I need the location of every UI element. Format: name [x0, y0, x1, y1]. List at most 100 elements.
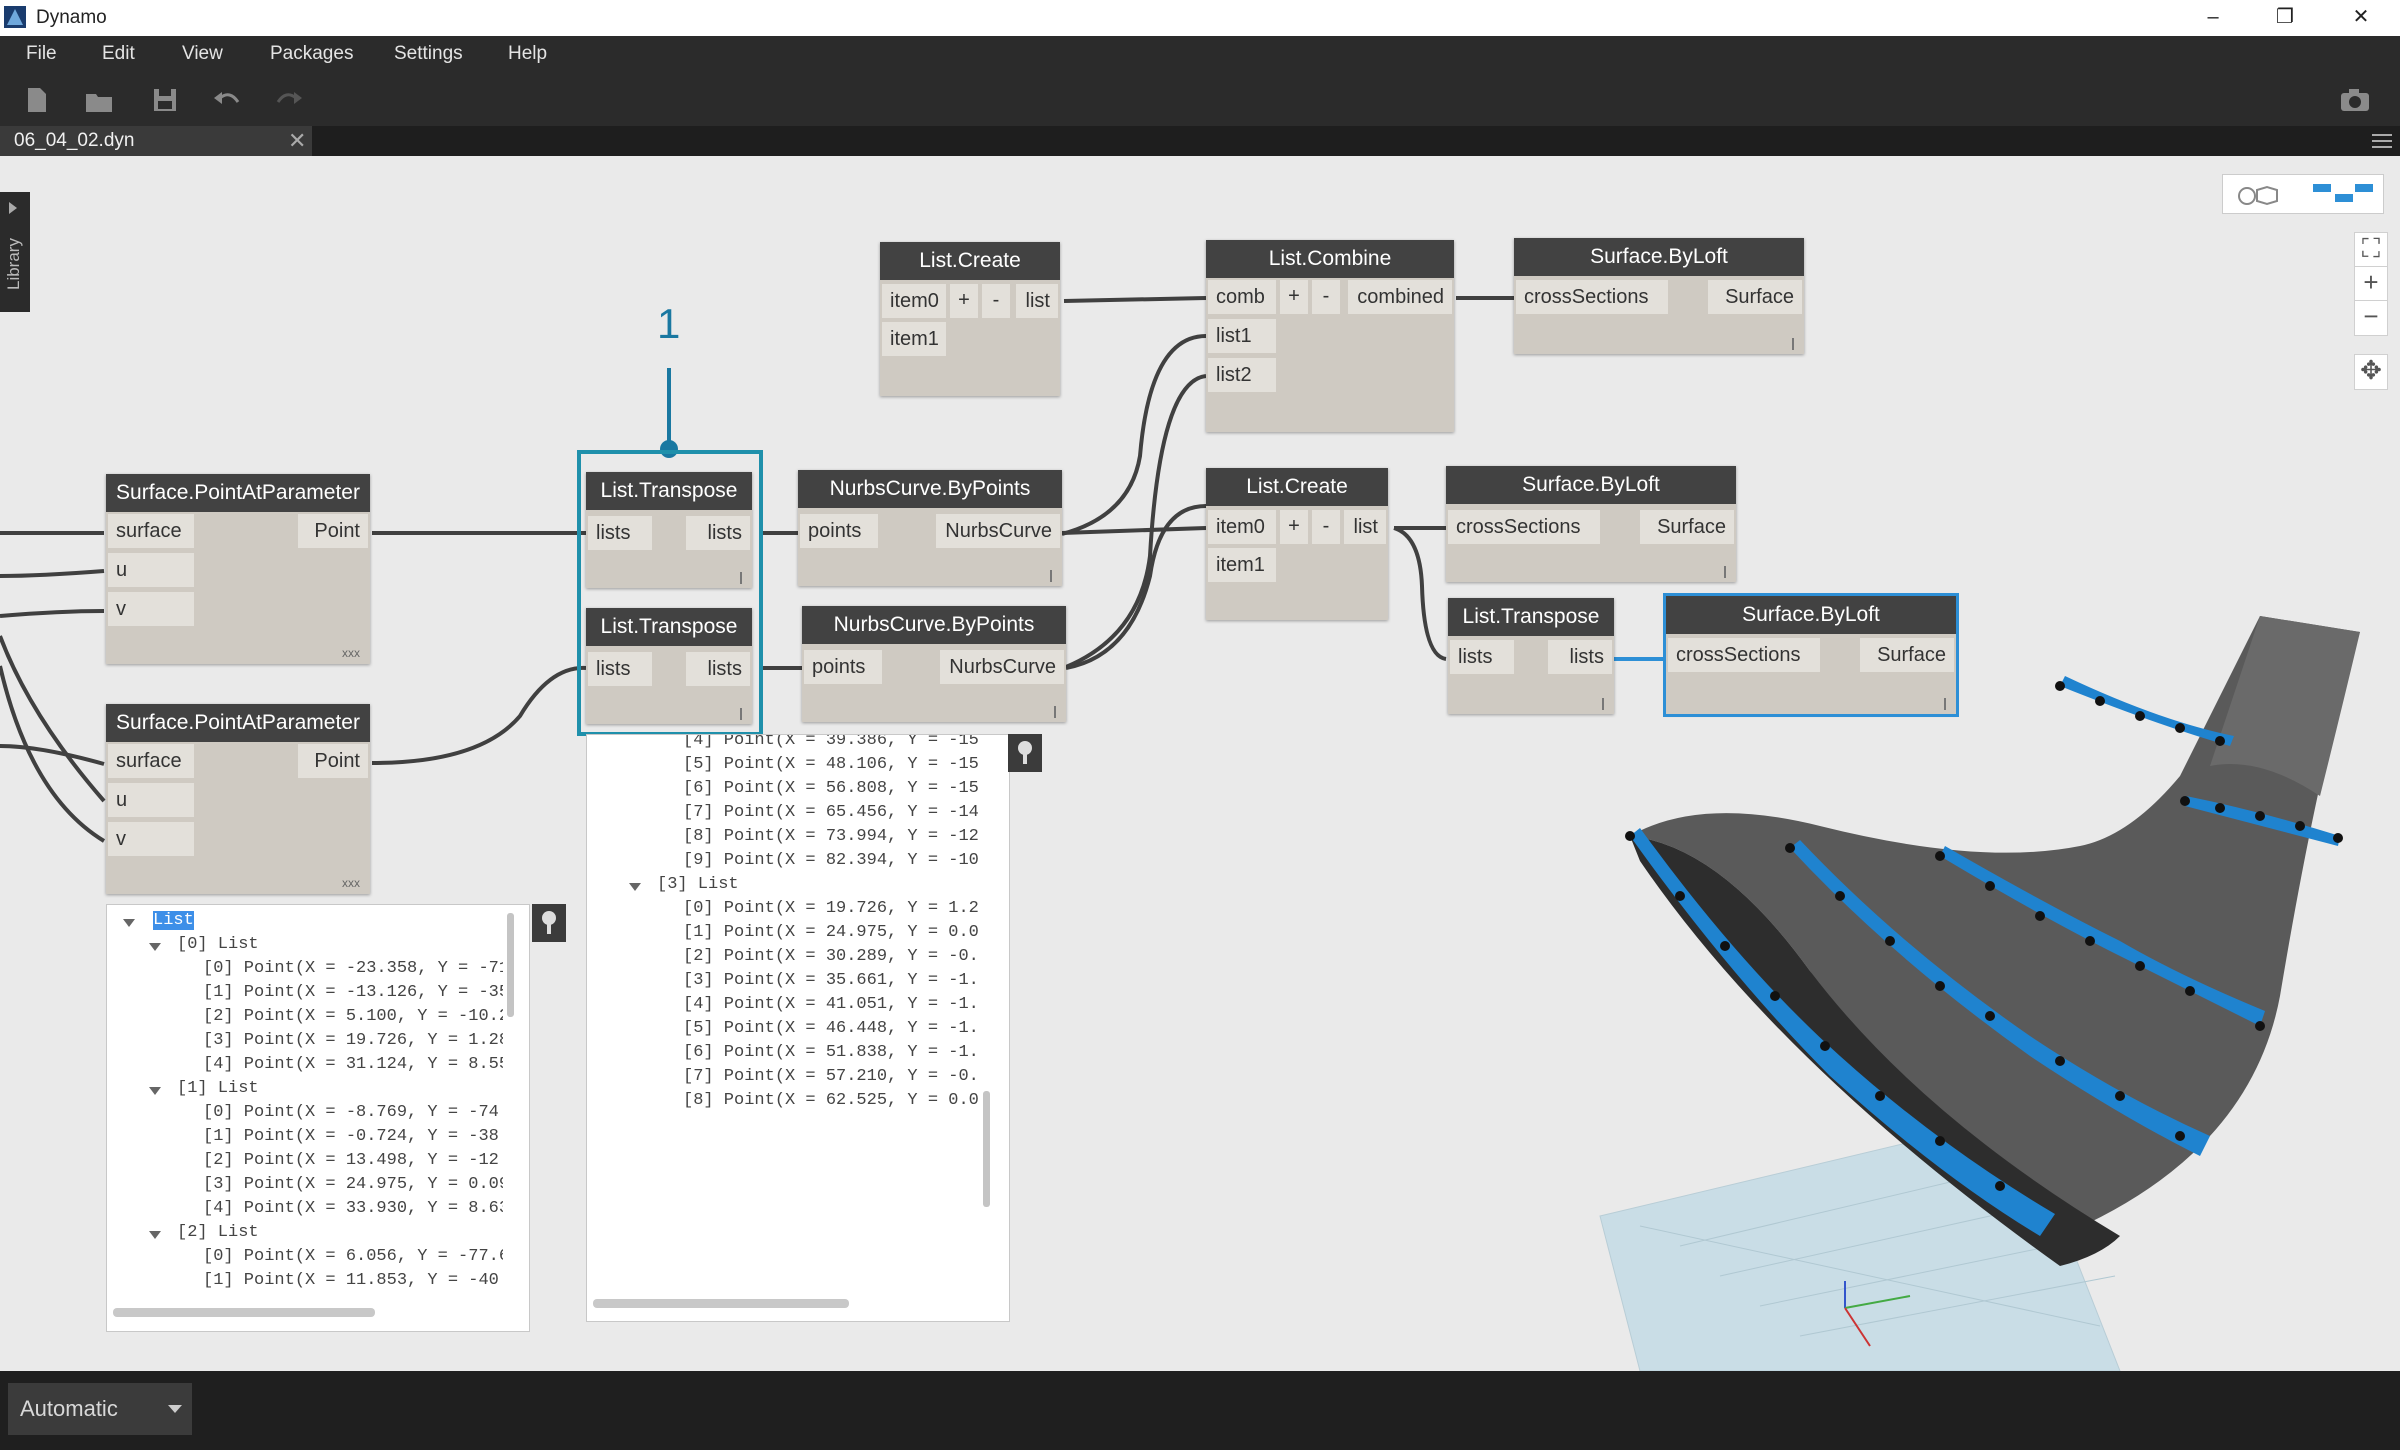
input-port-crosssections[interactable]: crossSections: [1668, 638, 1820, 672]
add-input-button[interactable]: +: [1280, 510, 1308, 544]
lacing-indicator[interactable]: xxx: [342, 646, 360, 660]
add-input-button[interactable]: +: [1280, 280, 1308, 314]
horizontal-scrollbar[interactable]: [593, 1299, 849, 1308]
restore-icon[interactable]: ❐: [2250, 0, 2320, 36]
vertical-scrollbar[interactable]: [507, 913, 514, 1017]
node-list-create-1[interactable]: List.Create item0 item1 + - list: [880, 242, 1060, 396]
output-port-point[interactable]: Point: [298, 744, 368, 778]
lacing-indicator[interactable]: [1050, 570, 1052, 582]
vertical-scrollbar[interactable]: [983, 1091, 990, 1207]
node-surface-byloft-2[interactable]: Surface.ByLoft crossSections Surface: [1446, 466, 1736, 582]
lacing-indicator[interactable]: [1724, 566, 1726, 578]
horizontal-scrollbar[interactable]: [113, 1308, 375, 1317]
input-port-item1[interactable]: item1: [882, 322, 946, 356]
save-icon[interactable]: [148, 84, 182, 116]
remove-input-button[interactable]: -: [1312, 510, 1340, 544]
input-port-item0[interactable]: item0: [882, 284, 946, 318]
zoom-out-icon[interactable]: −: [2354, 300, 2388, 336]
camera-icon[interactable]: [2338, 84, 2372, 116]
node-list-transpose-2[interactable]: List.Transpose lists lists: [586, 608, 752, 724]
pin-preview-icon[interactable]: [1008, 734, 1042, 772]
input-port-lists[interactable]: lists: [588, 652, 652, 686]
input-port-v[interactable]: v: [108, 822, 194, 856]
input-port-points[interactable]: points: [804, 650, 882, 684]
lacing-indicator[interactable]: [740, 572, 742, 584]
output-port-list[interactable]: list: [1016, 284, 1058, 318]
zoom-in-icon[interactable]: +: [2354, 266, 2388, 302]
node-surface-byloft-1[interactable]: Surface.ByLoft crossSections Surface: [1514, 238, 1804, 354]
undo-icon[interactable]: [210, 84, 244, 116]
node-list-create-2[interactable]: List.Create item0 item1 + - list: [1206, 468, 1388, 620]
input-port-item0[interactable]: item0: [1208, 510, 1276, 544]
lacing-indicator[interactable]: [1602, 698, 1604, 710]
remove-input-button[interactable]: -: [1312, 280, 1340, 314]
input-port-crosssections[interactable]: crossSections: [1516, 280, 1668, 314]
close-icon[interactable]: ✕: [2326, 0, 2396, 36]
output-port-surface[interactable]: Surface: [1708, 280, 1802, 314]
remove-input-button[interactable]: -: [982, 284, 1010, 318]
output-port-lists[interactable]: lists: [1548, 640, 1612, 674]
menu-file[interactable]: File: [26, 36, 57, 74]
node-nurbscurve-bypoints-1[interactable]: NurbsCurve.ByPoints points NurbsCurve: [798, 470, 1062, 586]
new-file-icon[interactable]: [20, 84, 54, 116]
collapse-icon[interactable]: [149, 1087, 161, 1095]
node-surface-point-at-parameter-1[interactable]: Surface.PointAtParameter surface u v Poi…: [106, 474, 370, 664]
node-nurbscurve-bypoints-2[interactable]: NurbsCurve.ByPoints points NurbsCurve: [802, 606, 1066, 722]
node-list-combine[interactable]: List.Combine comb list1 list2 + - combin…: [1206, 240, 1454, 432]
input-port-list2[interactable]: list2: [1208, 358, 1276, 392]
zoom-to-fit-icon[interactable]: ⛶: [2354, 232, 2388, 268]
hamburger-icon[interactable]: [2372, 132, 2392, 150]
geometry-view-icon[interactable]: [2233, 181, 2297, 207]
input-port-u[interactable]: u: [108, 553, 194, 587]
input-port-crosssections[interactable]: crossSections: [1448, 510, 1600, 544]
lacing-indicator[interactable]: [1054, 706, 1056, 718]
collapse-icon[interactable]: [149, 943, 161, 951]
collapse-icon[interactable]: [629, 883, 641, 891]
menu-help[interactable]: Help: [508, 36, 547, 74]
input-port-surface[interactable]: surface: [108, 514, 194, 548]
tab-close-icon[interactable]: ✕: [288, 128, 306, 154]
node-preview-bubble-1[interactable]: List [0] List [0] Point(X = -23.358, Y =…: [106, 904, 530, 1332]
lacing-indicator[interactable]: [1944, 698, 1946, 710]
output-port-nurbscurve[interactable]: NurbsCurve: [936, 514, 1060, 548]
output-port-list[interactable]: list: [1344, 510, 1386, 544]
input-port-points[interactable]: points: [800, 514, 878, 548]
pan-icon[interactable]: ✥: [2354, 354, 2388, 390]
input-port-lists[interactable]: lists: [1450, 640, 1514, 674]
input-port-surface[interactable]: surface: [108, 744, 194, 778]
lacing-indicator[interactable]: xxx: [342, 876, 360, 890]
tab-06-04-02[interactable]: 06_04_02.dyn ✕: [0, 126, 312, 156]
output-port-combined[interactable]: combined: [1348, 280, 1452, 314]
minimize-icon[interactable]: –: [2178, 0, 2248, 36]
menu-edit[interactable]: Edit: [102, 36, 135, 74]
input-port-list1[interactable]: list1: [1208, 319, 1276, 353]
input-port-u[interactable]: u: [108, 783, 194, 817]
collapse-icon[interactable]: [123, 919, 135, 927]
output-port-lists[interactable]: lists: [686, 516, 750, 550]
pin-preview-icon[interactable]: [532, 904, 566, 942]
input-port-item1[interactable]: item1: [1208, 548, 1276, 582]
add-input-button[interactable]: +: [950, 284, 978, 318]
menu-view[interactable]: View: [182, 36, 223, 74]
node-surface-point-at-parameter-2[interactable]: Surface.PointAtParameter surface u v Poi…: [106, 704, 370, 894]
menu-settings[interactable]: Settings: [394, 36, 463, 74]
menu-packages[interactable]: Packages: [270, 36, 353, 74]
node-surface-byloft-3-selected[interactable]: Surface.ByLoft crossSections Surface: [1663, 593, 1959, 717]
graph-canvas[interactable]: Library 1 Surface.PointAtParameter surfa…: [0, 156, 2400, 1371]
input-port-v[interactable]: v: [108, 592, 194, 626]
output-port-surface[interactable]: Surface: [1640, 510, 1734, 544]
input-port-comb[interactable]: comb: [1208, 280, 1276, 314]
redo-icon[interactable]: [272, 84, 306, 116]
input-port-lists[interactable]: lists: [588, 516, 652, 550]
graph-view-icon[interactable]: [2311, 181, 2375, 207]
output-port-point[interactable]: Point: [298, 514, 368, 548]
open-file-icon[interactable]: [82, 84, 116, 116]
lacing-indicator[interactable]: [1792, 338, 1794, 350]
collapse-icon[interactable]: [149, 1231, 161, 1239]
node-preview-bubble-2[interactable]: [4] Point(X = 39.386, Y = -15. [5] Point…: [586, 734, 1010, 1322]
output-port-nurbscurve[interactable]: NurbsCurve: [940, 650, 1064, 684]
run-mode-dropdown[interactable]: Automatic: [8, 1383, 192, 1435]
node-list-transpose-1[interactable]: List.Transpose lists lists: [586, 472, 752, 588]
output-port-lists[interactable]: lists: [686, 652, 750, 686]
output-port-surface[interactable]: Surface: [1860, 638, 1954, 672]
